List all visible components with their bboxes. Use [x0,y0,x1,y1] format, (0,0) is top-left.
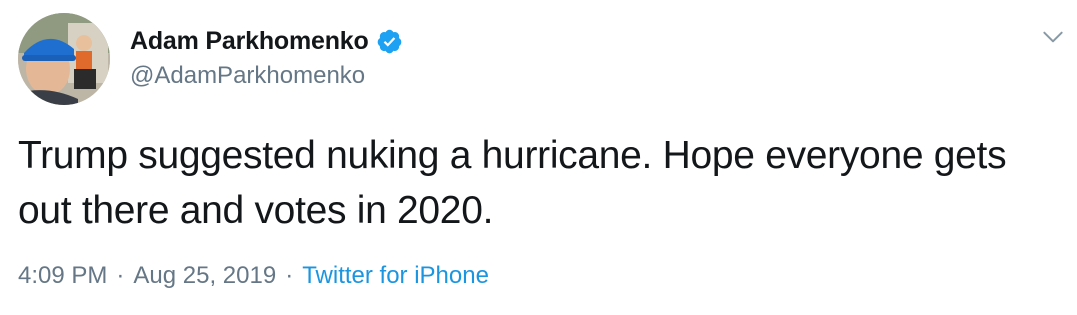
tweet-source-link[interactable]: Twitter for iPhone [302,262,489,290]
author-name-row[interactable]: Adam Parkhomenko [130,24,403,58]
tweet-time[interactable]: 4:09 PM [18,262,107,290]
tweet-date[interactable]: Aug 25, 2019 [133,262,276,290]
meta-separator: · [285,262,294,289]
author-display-name[interactable]: Adam Parkhomenko [130,27,369,56]
tweet-text: Trump suggested nuking a hurricane. Hope… [18,134,1007,232]
meta-separator: · [116,262,125,289]
tweet-card: Adam Parkhomenko @AdamParkhomenko Trump … [0,0,1077,315]
chevron-down-icon[interactable] [1040,24,1066,50]
verified-badge-icon [376,28,403,55]
avatar[interactable] [18,13,110,105]
tweet-meta: 4:09 PM · Aug 25, 2019 · Twitter for iPh… [18,262,489,290]
author-handle[interactable]: @AdamParkhomenko [130,62,365,90]
profile-photo-icon [18,13,110,105]
